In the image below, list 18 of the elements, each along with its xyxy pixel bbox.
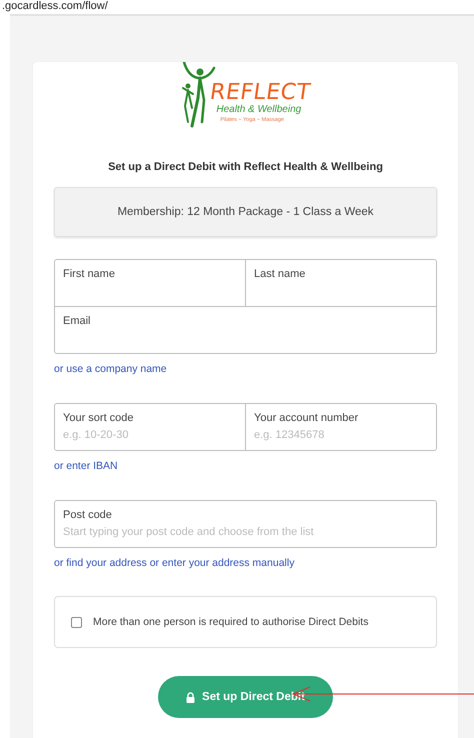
field-label: First name (63, 267, 116, 281)
logo-name: REFLECT (208, 82, 312, 104)
logo-subtitle: Health & Wellbeing (216, 104, 302, 116)
lock-icon (186, 692, 196, 702)
option-link[interactable]: or use a company name (54, 363, 167, 375)
address-bar-url[interactable]: .gocardless.com/flow/ (2, 0, 108, 13)
text-input[interactable]: Start typing your post code and choose from the list (63, 526, 428, 538)
input-field[interactable]: Post code Start typing your post code and choose from the list (55, 501, 436, 547)
input-field[interactable]: Last name (245, 260, 436, 306)
form-heading: Set up a Direct Debit with Reflect Health & Wellbeing (107, 161, 384, 173)
option-link[interactable]: or enter IBAN (54, 460, 118, 472)
checkbox[interactable] (71, 616, 82, 628)
field-label: Post code (63, 508, 113, 522)
field-label: Email (63, 314, 92, 328)
plan-summary: Membership: 12 Month Package - 1 Class a Week (54, 187, 437, 237)
field-label: Last name (254, 267, 306, 281)
checkbox-label: More than one person is required to authorise Direct Debits (93, 616, 368, 628)
option-link[interactable]: or find your address or enter your address manually (54, 557, 294, 569)
